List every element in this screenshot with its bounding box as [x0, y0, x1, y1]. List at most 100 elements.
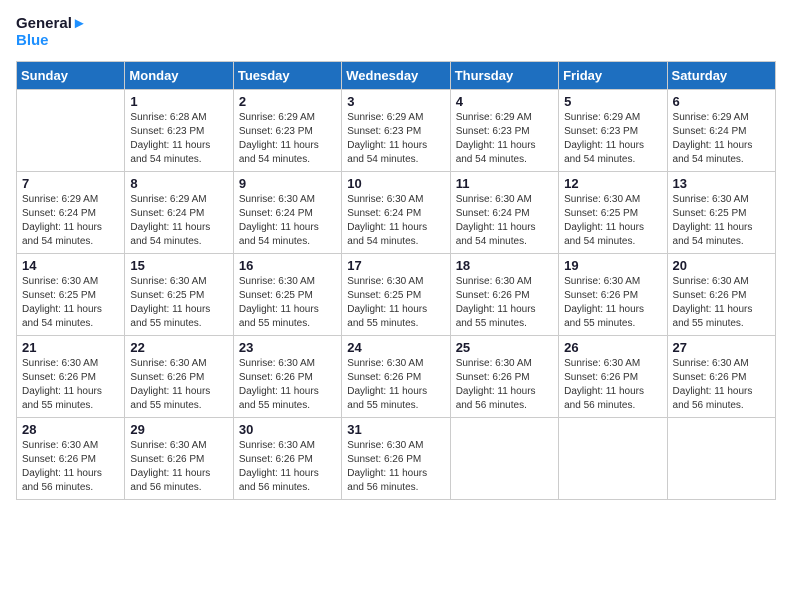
day-number: 14 [22, 258, 119, 273]
day-info: Sunrise: 6:29 AMSunset: 6:23 PMDaylight:… [456, 111, 553, 167]
calendar-cell: 13 Sunrise: 6:30 AMSunset: 6:25 PMDayligh… [667, 172, 775, 254]
calendar-cell: 1 Sunrise: 6:28 AMSunset: 6:23 PMDaylight… [125, 90, 233, 172]
calendar-cell: 2 Sunrise: 6:29 AMSunset: 6:23 PMDaylight… [233, 90, 341, 172]
day-info: Sunrise: 6:29 AMSunset: 6:24 PMDaylight:… [130, 193, 227, 249]
day-info: Sunrise: 6:30 AMSunset: 6:26 PMDaylight:… [456, 357, 553, 413]
day-info: Sunrise: 6:30 AMSunset: 6:26 PMDaylight:… [347, 357, 444, 413]
calendar-cell: 6 Sunrise: 6:29 AMSunset: 6:24 PMDaylight… [667, 90, 775, 172]
page-header: General► Blue [16, 16, 776, 49]
day-info: Sunrise: 6:30 AMSunset: 6:25 PMDaylight:… [347, 275, 444, 331]
day-info: Sunrise: 6:29 AMSunset: 6:23 PMDaylight:… [347, 111, 444, 167]
day-info: Sunrise: 6:29 AMSunset: 6:23 PMDaylight:… [239, 111, 336, 167]
day-number: 19 [564, 258, 661, 273]
day-number: 9 [239, 176, 336, 191]
calendar-cell: 11Sunrise: 6:30 AMSunset: 6:24 PMDayligh… [450, 172, 558, 254]
day-number: 13 [673, 176, 770, 191]
calendar-cell: 5Sunrise: 6:29 AMSunset: 6:23 PMDaylight… [559, 90, 667, 172]
calendar-week-row: 14 Sunrise: 6:30 AMSunset: 6:25 PMDayligh… [17, 254, 776, 336]
day-info: Sunrise: 6:30 AMSunset: 6:26 PMDaylight:… [22, 439, 119, 495]
day-info: Sunrise: 6:30 AMSunset: 6:26 PMDaylight:… [22, 357, 119, 413]
day-info: Sunrise: 6:29 AMSunset: 6:24 PMDaylight:… [22, 193, 119, 249]
calendar-week-row: 7 Sunrise: 6:29 AMSunset: 6:24 PMDaylight… [17, 172, 776, 254]
day-info: Sunrise: 6:30 AMSunset: 6:26 PMDaylight:… [564, 357, 661, 413]
calendar-cell: 28 Sunrise: 6:30 AMSunset: 6:26 PMDayligh… [17, 418, 125, 500]
day-number: 21 [22, 340, 119, 355]
day-number: 26 [564, 340, 661, 355]
calendar-cell: 9Sunrise: 6:30 AMSunset: 6:24 PMDaylight… [233, 172, 341, 254]
day-number: 7 [22, 176, 119, 191]
day-number: 4 [456, 94, 553, 109]
calendar-cell: 10Sunrise: 6:30 AMSunset: 6:24 PMDayligh… [342, 172, 450, 254]
calendar-cell: 29 Sunrise: 6:30 AMSunset: 6:26 PMDayligh… [125, 418, 233, 500]
calendar-cell: 25 Sunrise: 6:30 AMSunset: 6:26 PMDayligh… [450, 336, 558, 418]
calendar-week-row: 1 Sunrise: 6:28 AMSunset: 6:23 PMDaylight… [17, 90, 776, 172]
calendar-week-row: 21 Sunrise: 6:30 AMSunset: 6:26 PMDayligh… [17, 336, 776, 418]
day-number: 29 [130, 422, 227, 437]
calendar-cell: 17 Sunrise: 6:30 AMSunset: 6:25 PMDayligh… [342, 254, 450, 336]
day-info: Sunrise: 6:30 AMSunset: 6:25 PMDaylight:… [564, 193, 661, 249]
day-info: Sunrise: 6:28 AMSunset: 6:23 PMDaylight:… [130, 111, 227, 167]
calendar-week-row: 28 Sunrise: 6:30 AMSunset: 6:26 PMDayligh… [17, 418, 776, 500]
calendar-cell [667, 418, 775, 500]
logo-blue: Blue [16, 33, 87, 50]
day-number: 6 [673, 94, 770, 109]
day-number: 27 [673, 340, 770, 355]
calendar-cell: 27 Sunrise: 6:30 AMSunset: 6:26 PMDayligh… [667, 336, 775, 418]
calendar-cell: 20 Sunrise: 6:30 AMSunset: 6:26 PMDayligh… [667, 254, 775, 336]
day-info: Sunrise: 6:30 AMSunset: 6:26 PMDaylight:… [456, 275, 553, 331]
day-number: 24 [347, 340, 444, 355]
logo-general: General► [16, 16, 87, 33]
day-number: 2 [239, 94, 336, 109]
day-info: Sunrise: 6:30 AMSunset: 6:26 PMDaylight:… [130, 357, 227, 413]
logo: General► Blue [16, 16, 87, 49]
day-number: 20 [673, 258, 770, 273]
day-info: Sunrise: 6:30 AMSunset: 6:26 PMDaylight:… [673, 357, 770, 413]
calendar-cell: 7 Sunrise: 6:29 AMSunset: 6:24 PMDaylight… [17, 172, 125, 254]
day-number: 23 [239, 340, 336, 355]
day-of-week-header: Wednesday [342, 62, 450, 90]
day-of-week-header: Monday [125, 62, 233, 90]
day-info: Sunrise: 6:30 AMSunset: 6:26 PMDaylight:… [564, 275, 661, 331]
calendar-cell: 15 Sunrise: 6:30 AMSunset: 6:25 PMDayligh… [125, 254, 233, 336]
day-number: 28 [22, 422, 119, 437]
calendar-cell: 12 Sunrise: 6:30 AMSunset: 6:25 PMDayligh… [559, 172, 667, 254]
day-info: Sunrise: 6:30 AMSunset: 6:25 PMDaylight:… [673, 193, 770, 249]
day-number: 18 [456, 258, 553, 273]
day-info: Sunrise: 6:30 AMSunset: 6:26 PMDaylight:… [130, 439, 227, 495]
calendar-cell: 18 Sunrise: 6:30 AMSunset: 6:26 PMDayligh… [450, 254, 558, 336]
calendar-cell: 3 Sunrise: 6:29 AMSunset: 6:23 PMDaylight… [342, 90, 450, 172]
day-number: 17 [347, 258, 444, 273]
calendar-cell [559, 418, 667, 500]
day-number: 25 [456, 340, 553, 355]
day-number: 3 [347, 94, 444, 109]
calendar-cell: 4 Sunrise: 6:29 AMSunset: 6:23 PMDaylight… [450, 90, 558, 172]
day-number: 15 [130, 258, 227, 273]
day-number: 16 [239, 258, 336, 273]
calendar-cell: 14Sunrise: 6:30 AMSunset: 6:25 PMDayligh… [17, 254, 125, 336]
logo-container: General► Blue [16, 16, 87, 49]
day-number: 5 [564, 94, 661, 109]
calendar-cell [450, 418, 558, 500]
calendar-cell: 23 Sunrise: 6:30 AMSunset: 6:26 PMDayligh… [233, 336, 341, 418]
day-number: 31 [347, 422, 444, 437]
day-number: 22 [130, 340, 227, 355]
calendar-cell: 31Sunrise: 6:30 AMSunset: 6:26 PMDayligh… [342, 418, 450, 500]
calendar-cell: 22 Sunrise: 6:30 AMSunset: 6:26 PMDayligh… [125, 336, 233, 418]
day-info: Sunrise: 6:30 AMSunset: 6:25 PMDaylight:… [130, 275, 227, 331]
day-number: 1 [130, 94, 227, 109]
calendar-cell: 19 Sunrise: 6:30 AMSunset: 6:26 PMDayligh… [559, 254, 667, 336]
day-info: Sunrise: 6:30 AMSunset: 6:24 PMDaylight:… [456, 193, 553, 249]
day-of-week-header: Saturday [667, 62, 775, 90]
day-of-week-header: Thursday [450, 62, 558, 90]
day-info: Sunrise: 6:29 AMSunset: 6:24 PMDaylight:… [673, 111, 770, 167]
day-info: Sunrise: 6:30 AMSunset: 6:26 PMDaylight:… [239, 357, 336, 413]
day-number: 12 [564, 176, 661, 191]
day-info: Sunrise: 6:30 AMSunset: 6:26 PMDaylight:… [673, 275, 770, 331]
day-of-week-header: Sunday [17, 62, 125, 90]
day-info: Sunrise: 6:30 AMSunset: 6:24 PMDaylight:… [347, 193, 444, 249]
day-info: Sunrise: 6:30 AMSunset: 6:25 PMDaylight:… [239, 275, 336, 331]
day-number: 8 [130, 176, 227, 191]
calendar-cell: 21 Sunrise: 6:30 AMSunset: 6:26 PMDayligh… [17, 336, 125, 418]
calendar-cell: 24 Sunrise: 6:30 AMSunset: 6:26 PMDayligh… [342, 336, 450, 418]
calendar-header-row: SundayMondayTuesdayWednesdayThursdayFrid… [17, 62, 776, 90]
